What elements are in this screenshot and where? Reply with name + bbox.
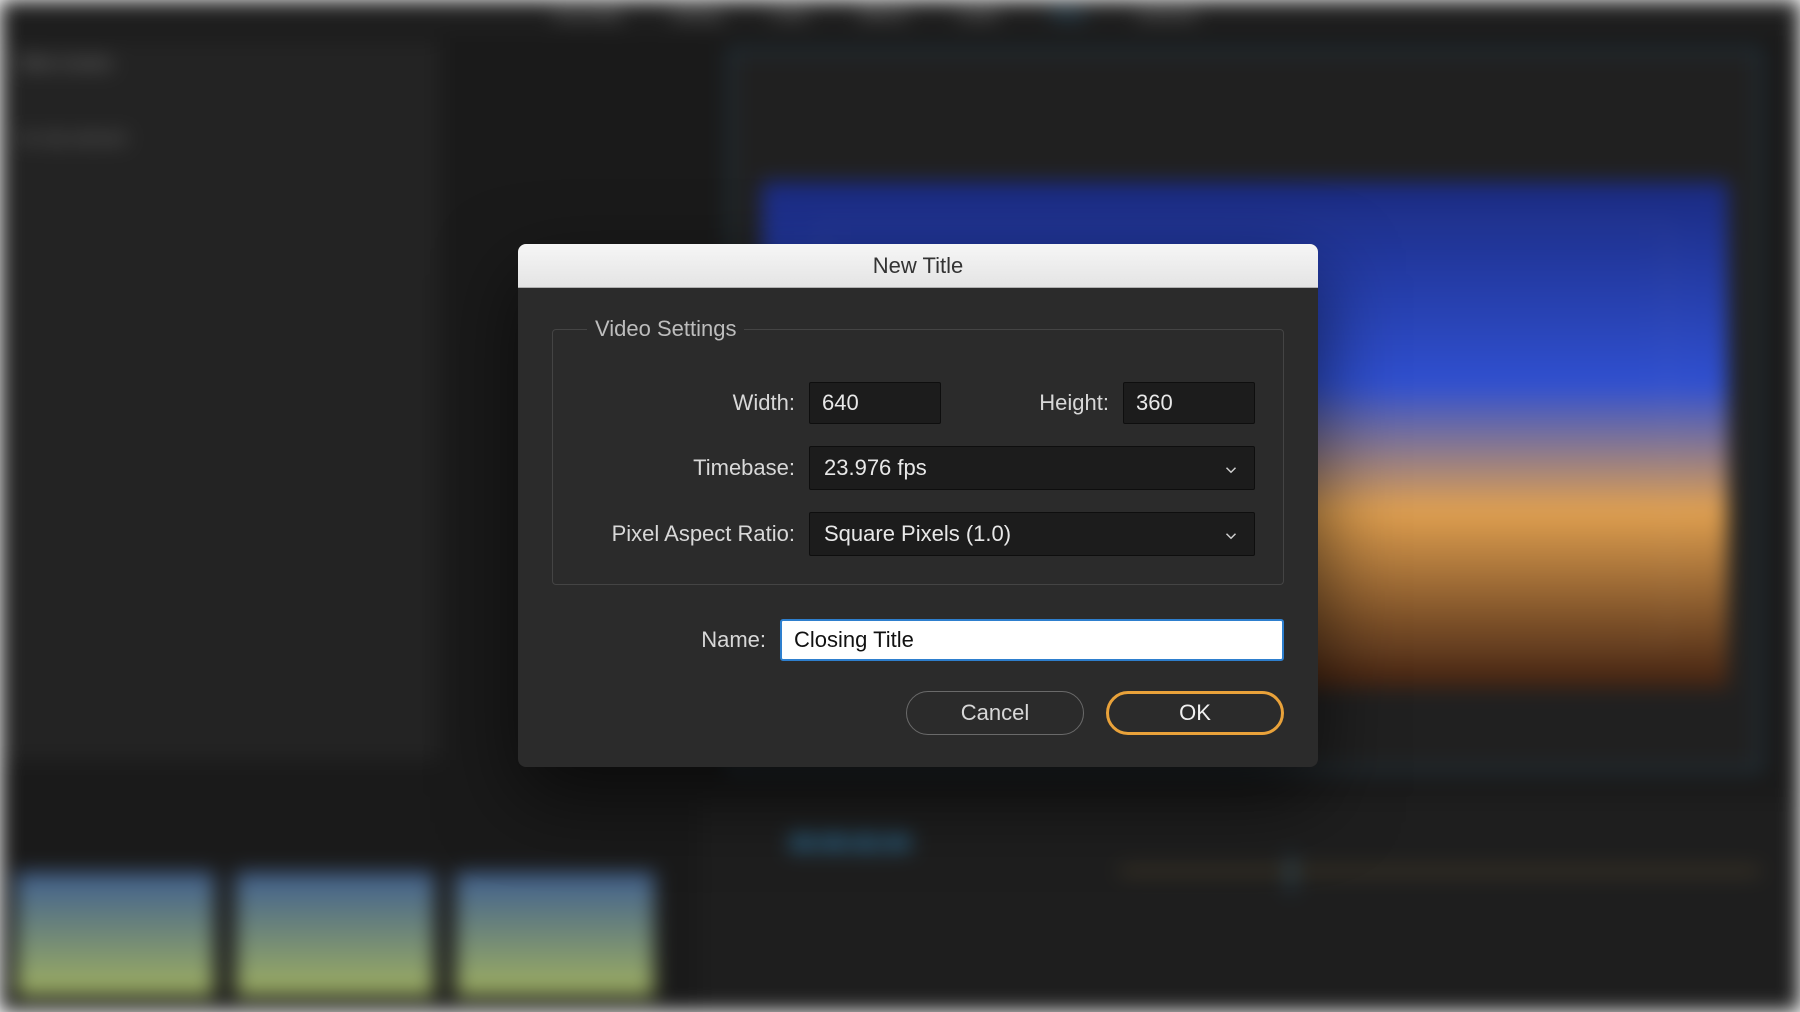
timeline-playhead: [1290, 855, 1292, 891]
height-input[interactable]: [1123, 382, 1255, 424]
timebase-select[interactable]: 23.976 fps: [809, 446, 1255, 490]
pixel-aspect-ratio-label: Pixel Aspect Ratio:: [581, 521, 809, 547]
timebase-value: 23.976 fps: [824, 455, 927, 481]
timeline-ruler: [1120, 870, 1760, 872]
bin-thumbnail: [455, 872, 655, 997]
bin-thumbnail: [235, 872, 435, 997]
ok-button[interactable]: OK: [1106, 691, 1284, 735]
new-title-dialog: New Title Video Settings Width: Height: …: [518, 244, 1318, 767]
effect-controls-panel: Effect Controls No clip selected: [0, 40, 440, 760]
workspace-tabs: AssemblyEditingColorEffectsAudioTitlesLi…: [0, 0, 1800, 30]
timebase-label: Timebase:: [581, 455, 809, 481]
bin-thumbnail: [15, 872, 215, 997]
chevron-down-icon: [1222, 459, 1240, 477]
name-label: Name:: [552, 627, 780, 653]
timeline-timecode: 00:00:02:04: [790, 830, 910, 856]
video-settings-legend: Video Settings: [587, 316, 744, 342]
name-input[interactable]: [780, 619, 1284, 661]
video-settings-group: Video Settings Width: Height: Timebase: …: [552, 316, 1284, 585]
chevron-down-icon: [1222, 525, 1240, 543]
width-label: Width:: [581, 390, 809, 416]
pixel-aspect-ratio-value: Square Pixels (1.0): [824, 521, 1011, 547]
dialog-title: New Title: [873, 253, 963, 279]
cancel-button[interactable]: Cancel: [906, 691, 1084, 735]
width-input[interactable]: [809, 382, 941, 424]
dialog-titlebar: New Title: [518, 244, 1318, 288]
pixel-aspect-ratio-select[interactable]: Square Pixels (1.0): [809, 512, 1255, 556]
height-label: Height:: [1039, 390, 1123, 416]
